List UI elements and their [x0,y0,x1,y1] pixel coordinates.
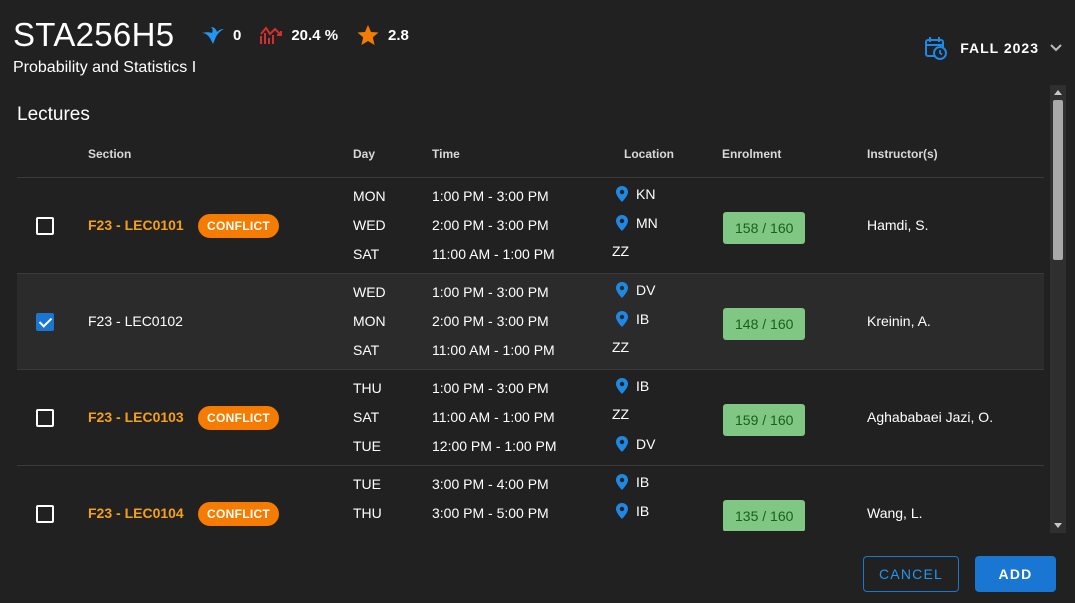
table-row[interactable]: F23 - LEC0102 WED 1:00 PM - 3:00 PM DV M… [17,274,1044,370]
meeting-location: ZZ [612,243,630,259]
trend-value: 20.4 % [291,26,339,44]
meeting-location: ZZ [612,339,630,355]
meeting: SAT 11:00 AM - 1:00 PM ZZ [17,336,717,365]
course-title: Probability and Statistics I [13,59,197,76]
meeting-location[interactable]: MN [614,214,658,232]
meeting-location[interactable]: KN [614,185,655,203]
table-row[interactable]: F23 - LEC0103 CONFLICT THU 1:00 PM - 3:0… [17,370,1044,466]
add-button[interactable]: ADD [975,556,1056,592]
meeting-location[interactable]: IB [614,502,649,520]
meeting: MON 2:00 PM - 3:00 PM IB [17,307,717,336]
instructor-name: Aghababaei Jazi, O. [867,409,994,425]
col-section: Section [88,147,132,161]
meeting-day: MON [353,313,386,329]
col-day: Day [353,147,376,161]
table-row[interactable]: F23 - LEC0101 CONFLICT MON 1:00 PM - 3:0… [17,178,1044,274]
meeting: SAT 11:00 AM - 1:00 PM ZZ [17,403,717,432]
location-pin-icon [616,282,628,298]
meeting-time: 2:00 PM - 3:00 PM [432,313,549,329]
meeting-day: THU [353,505,382,521]
meeting-time: 11:00 AM - 1:00 PM [432,246,555,262]
meeting: MON 1:00 PM - 3:00 PM KN [17,182,717,211]
meeting-location[interactable]: IB [614,310,649,328]
meeting-time: 12:00 PM - 1:00 PM [432,438,557,454]
meeting-location[interactable]: IB [614,473,649,491]
chevron-down-icon [1050,44,1062,52]
term-label: FALL 2023 [960,40,1039,56]
calendar-clock-icon [925,37,948,60]
col-time: Time [432,147,460,161]
table-header: Section Day Time Location Enrolment Inst… [17,136,1044,178]
location-pin-icon [616,215,628,231]
course-header: STA256H5 Probability and Statistics I 0 … [13,14,1063,84]
trend-icon [260,26,283,44]
location-pin-icon [616,503,628,519]
location-pin-icon [616,186,628,202]
rating-value: 2.8 [388,26,409,44]
term-selector[interactable]: FALL 2023 [925,36,1063,60]
meeting-time: 3:00 PM - 5:00 PM [432,505,549,521]
course-stats: 0 20.4 % 2.8 [201,24,427,46]
meeting-location[interactable]: IB [614,377,649,395]
bird-stat: 0 [201,24,241,46]
meeting: WED 2:00 PM - 3:00 PM MN [17,211,717,240]
scroll-thumb[interactable] [1053,100,1063,260]
enrolment-badge: 135 / 160 [723,500,806,531]
rating-stat: 2.8 [356,24,409,46]
scroll-down-arrow-icon[interactable] [1054,523,1062,528]
trend-stat: 20.4 % [259,24,338,46]
meeting-day: SAT [353,246,380,262]
meeting-day: WED [353,217,386,233]
meeting-time: 1:00 PM - 3:00 PM [432,188,549,204]
meeting-time: 3:00 PM - 4:00 PM [432,476,549,492]
table-row[interactable]: F23 - LEC0104 CONFLICT TUE 3:00 PM - 4:0… [17,466,1044,531]
bird-icon [202,27,224,44]
meeting: THU 1:00 PM - 3:00 PM IB [17,374,717,403]
meeting-location[interactable]: DV [614,281,655,299]
location-pin-icon [616,436,628,452]
bird-value: 0 [233,26,242,44]
lectures-heading: Lectures [17,104,90,125]
meeting-day: TUE [353,476,381,492]
location-pin-icon [616,311,628,327]
meeting-location[interactable]: DV [614,435,655,453]
meeting-day: TUE [353,438,381,454]
col-location: Location [624,147,674,161]
meeting: SAT 11:00 AM - 1:00 PM ZZ [17,240,717,269]
enrolment-badge: 148 / 160 [723,308,806,340]
meeting: WED 1:00 PM - 3:00 PM DV [17,278,717,307]
col-instructors: Instructor(s) [867,147,938,161]
location-pin-icon [616,474,628,490]
location-pin-icon [616,378,628,394]
enrolment-badge: 159 / 160 [723,404,806,436]
instructor-name: Wang, L. [867,505,923,521]
meeting: TUE 12:00 PM - 1:00 PM DV [17,432,717,461]
enrolment-badge: 158 / 160 [723,212,806,244]
meeting-day: THU [353,380,382,396]
meeting: TUE 3:00 PM - 4:00 PM IB [17,470,717,499]
meeting-day: SAT [353,342,380,358]
meeting: THU 3:00 PM - 5:00 PM IB [17,499,717,528]
meeting-time: 11:00 AM - 1:00 PM [432,409,555,425]
meeting-time: 1:00 PM - 3:00 PM [432,380,549,396]
cancel-button[interactable]: CANCEL [863,556,959,592]
instructor-name: Kreinin, A. [867,313,931,329]
meeting-time: 11:00 AM - 1:00 PM [432,342,555,358]
lectures-table: Section Day Time Location Enrolment Inst… [17,136,1044,531]
meeting-day: SAT [353,409,380,425]
scroll-up-arrow-icon[interactable] [1054,90,1062,95]
meeting-time: 1:00 PM - 3:00 PM [432,284,549,300]
col-enrolment: Enrolment [722,147,782,161]
course-code: STA256H5 [13,16,175,53]
meeting-day: WED [353,284,386,300]
vertical-scrollbar[interactable] [1050,85,1066,533]
meeting-location: ZZ [612,406,630,422]
instructor-name: Hamdi, S. [867,217,929,233]
meeting-day: MON [353,188,386,204]
star-icon [357,25,379,45]
meeting-time: 2:00 PM - 3:00 PM [432,217,549,233]
